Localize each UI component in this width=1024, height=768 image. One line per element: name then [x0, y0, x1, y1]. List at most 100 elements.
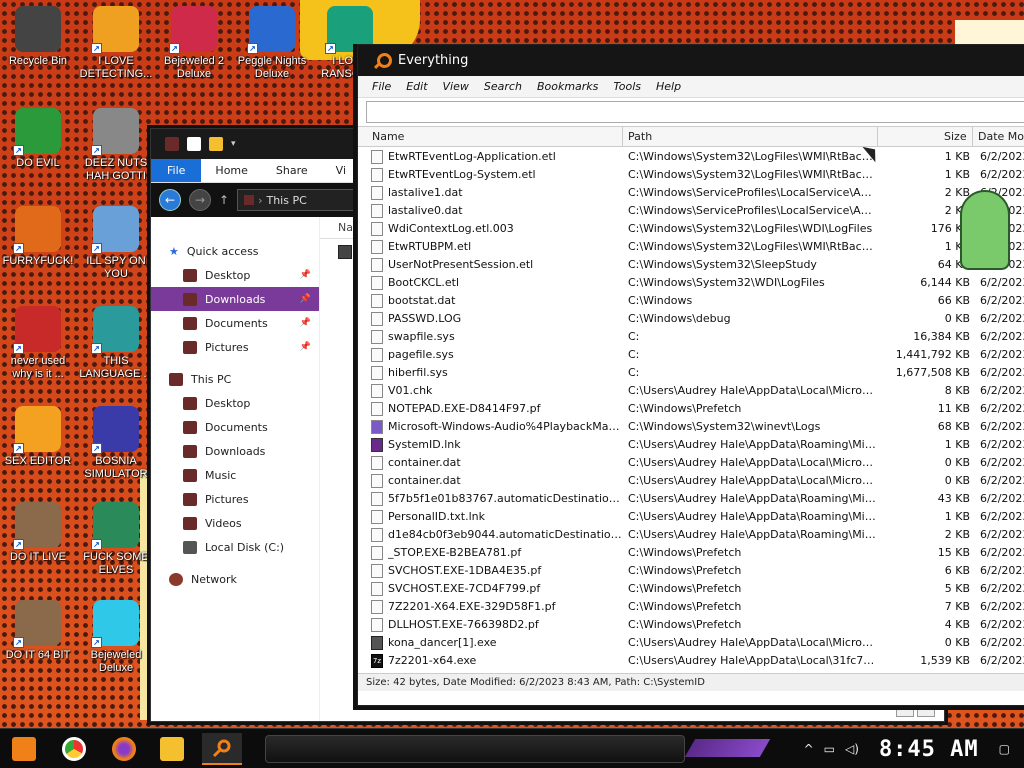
- taskbar-chrome[interactable]: [54, 733, 94, 765]
- result-row[interactable]: 7z 7z2201-x64.exe C:\Users\Audrey Hale\App…: [358, 652, 1024, 670]
- result-row[interactable]: BootCKCL.etl C:\Windows\System32\WDI\LogF…: [358, 274, 1024, 292]
- result-row[interactable]: EtwRTEventLog-Application.etl C:\Windows\…: [358, 148, 1024, 166]
- nav-item-desktop[interactable]: Desktop: [151, 391, 319, 415]
- nav-item-downloads[interactable]: Downloads 📌: [151, 287, 319, 311]
- result-row[interactable]: PersonalID.txt.lnk C:\Users\Audrey Hale\A…: [358, 508, 1024, 526]
- menu-search[interactable]: Search: [477, 80, 530, 93]
- result-row[interactable]: WdiContextLog.etl.003 C:\Windows\System32…: [358, 220, 1024, 238]
- everything-title-bar[interactable]: Everything: [358, 45, 1024, 76]
- desktop-icon-firefox[interactable]: ↗ FURRYFUCK!: [0, 206, 76, 268]
- result-row[interactable]: lastalive1.dat C:\Windows\ServiceProfiles…: [358, 184, 1024, 202]
- menu-view[interactable]: View: [436, 80, 477, 93]
- result-row[interactable]: lastalive0.dat C:\Windows\ServiceProfiles…: [358, 202, 1024, 220]
- nav-this-pc[interactable]: This PC: [151, 367, 319, 391]
- desktop-icon-bosnia[interactable]: ↗ BOSNIA SIMULATOR: [78, 406, 154, 481]
- result-row[interactable]: NOTEPAD.EXE-D8414F97.pf C:\Windows\Prefet…: [358, 400, 1024, 418]
- desktop-icon-spy[interactable]: ↗ ILL SPY ON YOU: [78, 206, 154, 281]
- tab-file[interactable]: File: [151, 159, 202, 182]
- result-row[interactable]: kona_dancer[1].exe C:\Users\Audrey Hale\A…: [358, 634, 1024, 652]
- result-row[interactable]: d1e84cb0f3eb9044.automaticDestinations-m…: [358, 526, 1024, 544]
- menu-edit[interactable]: Edit: [399, 80, 435, 93]
- result-row[interactable]: PASSWD.LOG C:\Windows\debug 0 KB 6/2/2023: [358, 310, 1024, 328]
- desktop-icon-devcpp[interactable]: ↗ never used why is it ...: [0, 306, 76, 381]
- new-folder-icon[interactable]: [209, 137, 223, 151]
- result-row[interactable]: DLLHOST.EXE-766398D2.pf C:\Windows\Prefet…: [358, 616, 1024, 634]
- network-icon[interactable]: ▭: [824, 742, 835, 756]
- back-button[interactable]: ←: [159, 189, 181, 211]
- result-row[interactable]: Microsoft-Windows-Audio%4PlaybackManager…: [358, 418, 1024, 436]
- desktop-icon-detective[interactable]: ↗ I LOVE DETECTING...: [78, 6, 154, 81]
- result-row[interactable]: _STOP.EXE-B2BEA781.pf C:\Windows\Prefetch…: [358, 544, 1024, 562]
- desktop-icon-recycle-bin[interactable]: Recycle Bin: [0, 6, 76, 68]
- pin-icon[interactable]: 📌: [300, 342, 311, 352]
- menu-tools[interactable]: Tools: [606, 80, 649, 93]
- result-row[interactable]: pagefile.sys C: 1,441,792 KB 6/2/2023: [358, 346, 1024, 364]
- column-header-name[interactable]: Name: [372, 130, 404, 143]
- chevron-up-icon[interactable]: ^: [804, 742, 814, 756]
- result-row[interactable]: swapfile.sys C: 16,384 KB 6/2/2023: [358, 328, 1024, 346]
- column-header-date[interactable]: Date Mo: [978, 130, 1024, 143]
- start-button[interactable]: [4, 733, 44, 765]
- details-view-button[interactable]: [896, 705, 914, 717]
- nav-item-downloads[interactable]: Downloads: [151, 439, 319, 463]
- result-row[interactable]: container.dat C:\Users\Audrey Hale\AppDat…: [358, 472, 1024, 490]
- result-row[interactable]: 5f7b5f1e01b83767.automaticDestinations-m…: [358, 490, 1024, 508]
- nav-item-videos[interactable]: Videos: [151, 511, 319, 535]
- menu-bookmarks[interactable]: Bookmarks: [530, 80, 606, 93]
- desktop-icon-do-it-live[interactable]: ↗ DO IT LIVE: [0, 502, 76, 564]
- desktop-icon-peggle-nights[interactable]: ↗ Peggle Nights Deluxe: [234, 6, 310, 81]
- desktop-icon-bejeweled-2[interactable]: ↗ Bejeweled 2 Deluxe: [156, 6, 232, 81]
- menu-help[interactable]: Help: [649, 80, 689, 93]
- result-row[interactable]: bootstat.dat C:\Windows 66 KB 6/2/2023: [358, 292, 1024, 310]
- desktop-icon-deez-nuts[interactable]: ↗ DEEZ NUTS HAH GOTTI: [78, 108, 154, 183]
- nav-network[interactable]: Network: [151, 567, 319, 591]
- tab-home[interactable]: Home: [201, 159, 261, 182]
- tab-view[interactable]: Vi: [322, 159, 360, 182]
- nav-item-documents[interactable]: Documents: [151, 415, 319, 439]
- taskbar-firefox[interactable]: [104, 733, 144, 765]
- large-icons-view-button[interactable]: [917, 705, 935, 717]
- column-divider[interactable]: [972, 127, 973, 147]
- search-input[interactable]: [366, 101, 1024, 123]
- taskbar-everything[interactable]: [202, 733, 242, 765]
- notification-icon[interactable]: ▢: [999, 742, 1010, 756]
- nav-item-local-disk-c[interactable]: Local Disk (C:): [151, 535, 319, 559]
- result-row[interactable]: SVCHOST.EXE-7CD4F799.pf C:\Windows\Prefet…: [358, 580, 1024, 598]
- desktop-icon-chrome[interactable]: ↗ DO EVIL: [0, 108, 76, 170]
- column-divider[interactable]: [877, 127, 878, 147]
- forward-button[interactable]: →: [189, 189, 211, 211]
- result-row[interactable]: UserNotPresentSession.etl C:\Windows\Syst…: [358, 256, 1024, 274]
- volume-icon[interactable]: ◁): [845, 742, 859, 756]
- nav-item-pictures[interactable]: Pictures: [151, 487, 319, 511]
- column-divider[interactable]: [622, 127, 623, 147]
- drive-icon[interactable]: [338, 245, 352, 259]
- result-row[interactable]: V01.chk C:\Users\Audrey Hale\AppData\Loca…: [358, 382, 1024, 400]
- up-arrow-icon[interactable]: ↑: [219, 193, 229, 207]
- result-row[interactable]: SystemID.lnk C:\Users\Audrey Hale\AppData…: [358, 436, 1024, 454]
- chevron-down-icon[interactable]: ▾: [231, 139, 236, 149]
- desktop-icon-hex-editor[interactable]: ↗ SEX EDITOR: [0, 406, 76, 468]
- result-row[interactable]: SVCHOST.EXE-1DBA4E35.pf C:\Windows\Prefet…: [358, 562, 1024, 580]
- menu-file[interactable]: File: [365, 80, 399, 93]
- nav-item-music[interactable]: Music: [151, 463, 319, 487]
- properties-icon[interactable]: [187, 137, 201, 151]
- result-row[interactable]: EtwRTUBPM.etl C:\Windows\System32\LogFile…: [358, 238, 1024, 256]
- nav-item-desktop[interactable]: Desktop 📌: [151, 263, 319, 287]
- nav-item-pictures[interactable]: Pictures 📌: [151, 335, 319, 359]
- desktop-icon-goland[interactable]: ↗ THIS LANGUAGE ...: [78, 306, 154, 381]
- result-row[interactable]: 7Z2201-X64.EXE-329D58F1.pf C:\Windows\Pre…: [358, 598, 1024, 616]
- pin-icon[interactable]: 📌: [300, 270, 311, 280]
- column-header-path[interactable]: Path: [628, 130, 652, 143]
- result-row[interactable]: container.dat C:\Users\Audrey Hale\AppDat…: [358, 454, 1024, 472]
- tab-share[interactable]: Share: [262, 159, 322, 182]
- desktop-icon-bejeweled-deluxe[interactable]: ↗ Bejeweled Deluxe: [78, 600, 154, 675]
- desktop-icon-fuck-some-elves[interactable]: ↗ FUCK SOME ELVES: [78, 502, 154, 577]
- nav-quick-access[interactable]: ★ Quick access: [151, 239, 319, 263]
- pin-icon[interactable]: 📌: [300, 294, 311, 304]
- desktop-icon-do-it-64[interactable]: ↗ DO IT 64 BIT: [0, 600, 76, 662]
- column-header-size[interactable]: Size: [944, 130, 967, 143]
- pin-icon[interactable]: 📌: [300, 318, 311, 328]
- result-row[interactable]: hiberfil.sys C: 1,677,508 KB 6/2/2023: [358, 364, 1024, 382]
- result-row[interactable]: EtwRTEventLog-System.etl C:\Windows\Syste…: [358, 166, 1024, 184]
- clock[interactable]: 8:45 AM: [879, 737, 979, 762]
